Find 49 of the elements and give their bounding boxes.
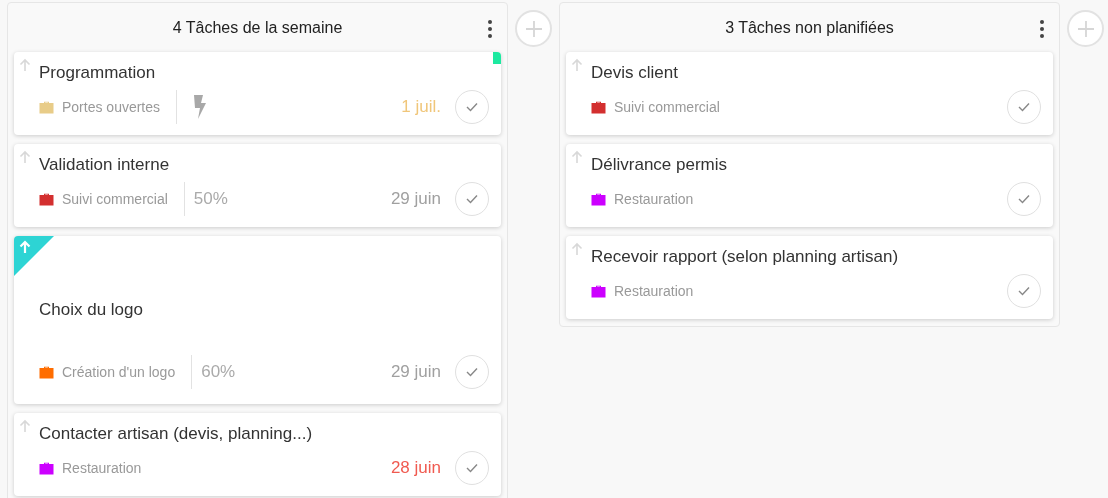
up-arrow-icon <box>19 240 31 254</box>
more-menu-button[interactable] <box>487 20 493 38</box>
task-card[interactable]: Devis client Suivi commercial <box>566 52 1053 135</box>
check-icon <box>466 367 478 377</box>
add-column-button[interactable] <box>515 10 552 47</box>
column-title: 3 Tâches non planifiées <box>725 17 894 38</box>
due-date: 28 juin <box>390 457 441 480</box>
project-label: Portes ouvertes <box>62 97 161 117</box>
check-icon <box>1018 194 1030 204</box>
check-icon <box>466 194 478 204</box>
progress-text: 50% <box>193 188 228 211</box>
due-date: 1 juil. <box>401 96 441 119</box>
task-title: Choix du logo <box>39 299 144 321</box>
up-arrow-icon <box>19 58 31 72</box>
task-card[interactable]: Programmation Portes ouvertes 1 juil. <box>14 52 501 135</box>
task-card[interactable]: Recevoir rapport (selon planning artisan) Restauration <box>566 236 1053 319</box>
project-label: Suivi commercial <box>62 189 168 209</box>
progress-text: 60% <box>201 361 236 384</box>
task-card[interactable]: Choix du logo Création d'un logo 60% 29 juin <box>14 236 501 404</box>
up-arrow-icon <box>571 58 583 72</box>
project-label: Restauration <box>62 458 142 478</box>
check-icon <box>1018 102 1030 112</box>
task-title: Recevoir rapport (selon planning artisan) <box>591 246 900 268</box>
task-title: Contacter artisan (devis, planning...) <box>39 423 314 445</box>
plus-icon <box>1076 19 1095 38</box>
task-card[interactable]: Délivrance permis Restauration <box>566 144 1053 227</box>
column-title: 4 Tâches de la semaine <box>172 17 343 38</box>
task-card[interactable]: Contacter artisan (devis, planning...) Restauration 28 juin <box>14 413 501 496</box>
up-arrow-icon <box>571 242 583 256</box>
up-arrow-icon <box>19 150 31 164</box>
task-title: Validation interne <box>39 154 171 176</box>
task-title: Programmation <box>39 62 157 84</box>
up-arrow-icon <box>19 419 31 433</box>
task-title: Devis client <box>591 62 679 84</box>
add-column-button[interactable] <box>1067 10 1104 47</box>
more-menu-button[interactable] <box>1039 20 1045 38</box>
project-label: Restauration <box>614 281 694 301</box>
task-title: Délivrance permis <box>591 154 729 176</box>
check-icon <box>1018 286 1030 296</box>
task-card[interactable]: Validation interne Suivi commercial 50% 29 juin <box>14 144 501 227</box>
plus-icon <box>524 19 543 38</box>
project-label: Création d'un logo <box>62 362 176 382</box>
project-label: Suivi commercial <box>614 97 720 117</box>
project-label: Restauration <box>614 189 694 209</box>
due-date: 29 juin <box>390 361 441 384</box>
up-arrow-icon <box>571 150 583 164</box>
check-icon <box>466 463 478 473</box>
due-date: 29 juin <box>390 188 441 211</box>
check-icon <box>466 102 478 112</box>
